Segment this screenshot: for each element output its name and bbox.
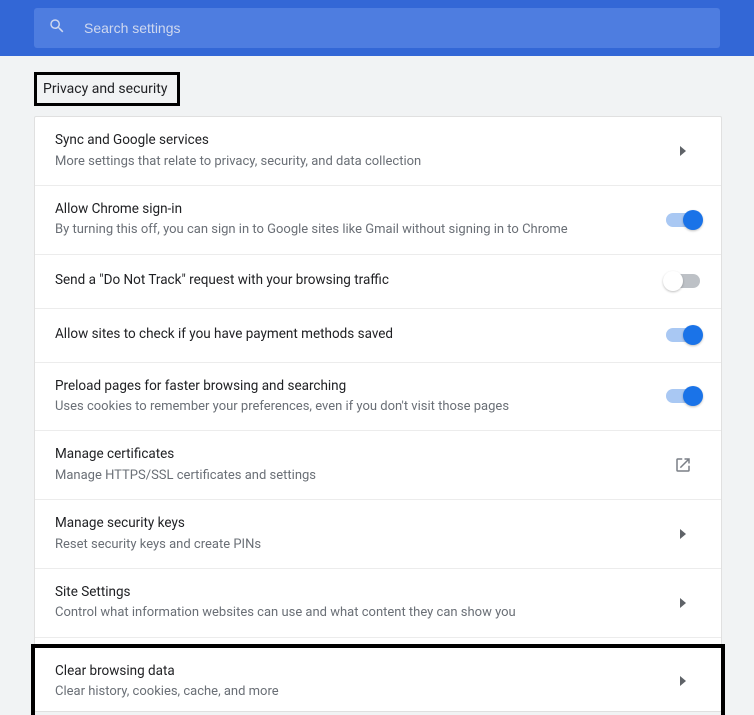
row-preload-pages: Preload pages for faster browsing and se… [35,363,721,432]
toggle-preload-pages[interactable] [666,389,700,403]
row-desc: Reset security keys and create PINs [55,536,665,554]
row-desc: Control what information websites can us… [55,604,665,622]
search-icon [48,17,66,39]
section-title-highlight: Privacy and security [34,72,180,106]
row-clear-browsing-data[interactable]: Clear browsing data Clear history, cooki… [31,644,725,715]
toggle-payment-methods[interactable] [666,328,700,342]
row-title: Allow sites to check if you have payment… [55,325,665,345]
row-title: Send a "Do Not Track" request with your … [55,271,665,291]
row-title: Manage certificates [55,445,665,465]
row-desc: Clear history, cookies, cache, and more [55,683,665,701]
row-sync-google-services[interactable]: Sync and Google services More settings t… [35,117,721,186]
row-title: Preload pages for faster browsing and se… [55,377,665,397]
row-title: Sync and Google services [55,131,665,151]
row-site-settings[interactable]: Site Settings Control what information w… [35,569,721,638]
chevron-right-icon [665,146,701,156]
toggle-do-not-track[interactable] [666,274,700,288]
row-desc: More settings that relate to privacy, se… [55,153,665,171]
row-title: Clear browsing data [55,662,665,682]
row-title: Manage security keys [55,514,665,534]
chevron-right-icon [665,598,701,608]
row-do-not-track: Send a "Do Not Track" request with your … [35,255,721,309]
row-title: Allow Chrome sign-in [55,200,665,220]
row-manage-certificates[interactable]: Manage certificates Manage HTTPS/SSL cer… [35,431,721,500]
row-title: Site Settings [55,583,665,603]
row-allow-chrome-signin: Allow Chrome sign-in By turning this off… [35,186,721,255]
row-manage-security-keys[interactable]: Manage security keys Reset security keys… [35,500,721,569]
row-payment-methods: Allow sites to check if you have payment… [35,309,721,363]
chevron-right-icon [665,529,701,539]
search-input[interactable] [84,20,706,36]
search-box[interactable] [34,8,720,48]
open-external-icon [665,456,701,474]
row-desc: Uses cookies to remember your preference… [55,398,665,416]
row-desc: Manage HTTPS/SSL certificates and settin… [55,467,665,485]
row-desc: By turning this off, you can sign in to … [55,221,665,239]
privacy-panel: Sync and Google services More settings t… [34,116,722,712]
chevron-right-icon [665,676,701,686]
section-title: Privacy and security [43,81,167,97]
settings-header [0,0,754,56]
toggle-chrome-signin[interactable] [666,213,700,227]
